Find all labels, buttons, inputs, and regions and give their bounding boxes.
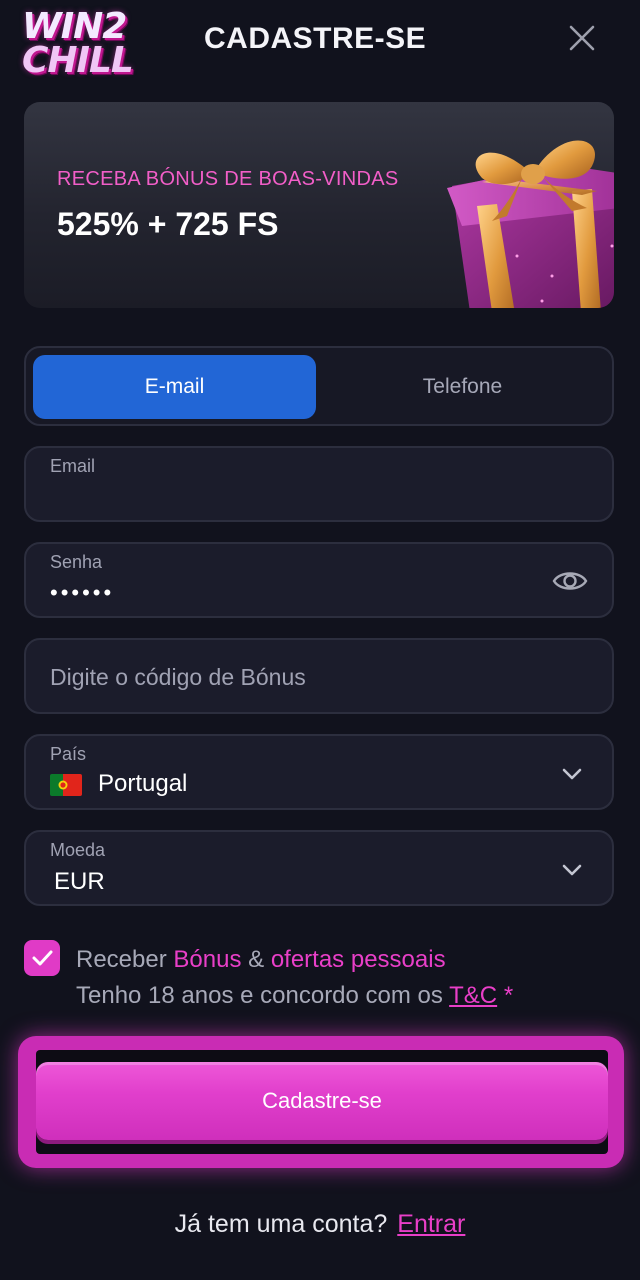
required-mark: *	[503, 982, 514, 1009]
currency-select[interactable]: Moeda EUR	[24, 830, 614, 906]
consent-line-2: Tenho 18 anos e concordo com os T&C *	[76, 978, 513, 1014]
banner-offer: 525% + 725 FS	[57, 206, 279, 242]
register-button[interactable]: Cadastre-se	[36, 1062, 608, 1140]
terms-link[interactable]: T&C	[449, 982, 497, 1009]
password-value[interactable]: ••••••	[50, 580, 114, 606]
ampersand-text: &	[248, 946, 265, 973]
consent-text: Receber Bónus & ofertas pessoais Tenho 1…	[76, 942, 513, 1014]
close-icon[interactable]	[566, 22, 598, 54]
bonus-code-placeholder: Digite o código de Bónus	[50, 664, 306, 690]
email-field[interactable]: Email	[24, 446, 614, 522]
welcome-bonus-banner: RECEBA BÓNUS DE BOAS-VINDAS 525% + 725 F…	[24, 102, 614, 308]
registration-page: WIN2 CHILL CADASTRE-SE RECEBA BÓNUS DE B…	[0, 0, 640, 1280]
password-field[interactable]: Senha ••••••	[24, 542, 614, 618]
email-label: Email	[50, 456, 96, 476]
receive-text: Receber	[76, 946, 167, 973]
logo-line-2: CHILL	[22, 40, 134, 82]
password-label: Senha	[50, 552, 103, 572]
brand-logo: WIN2 CHILL	[22, 8, 162, 82]
checkmark-icon	[32, 950, 53, 966]
login-link[interactable]: Entrar	[397, 1210, 465, 1238]
login-prompt: Já tem uma conta? Entrar	[0, 1210, 640, 1239]
personal-offers-link[interactable]: ofertas pessoais	[271, 946, 446, 973]
chevron-down-icon	[562, 768, 582, 780]
gift-box-icon	[447, 140, 614, 308]
tab-email[interactable]: E-mail	[33, 355, 316, 419]
country-select[interactable]: País Portugal	[24, 734, 614, 810]
bonus-code-field[interactable]: Digite o código de Bónus	[24, 638, 614, 714]
consent-checkbox[interactable]	[24, 940, 60, 976]
country-value: Portugal	[98, 770, 188, 797]
currency-label: Moeda	[50, 840, 106, 860]
currency-value: EUR	[54, 868, 105, 895]
portugal-flag-icon	[50, 774, 82, 796]
age-text: Tenho 18 anos e concordo com os	[76, 982, 443, 1009]
registration-method-tabs: E-mail Telefone	[24, 346, 614, 426]
chevron-down-icon	[562, 864, 582, 876]
show-password-icon[interactable]	[552, 566, 588, 596]
consent-line-1: Receber Bónus & ofertas pessoais	[76, 942, 513, 978]
login-question: Já tem uma conta?	[174, 1210, 388, 1238]
banner-subtitle: RECEBA BÓNUS DE BOAS-VINDAS	[57, 168, 399, 190]
country-label: País	[50, 744, 87, 764]
bonus-link[interactable]: Bónus	[173, 946, 241, 973]
page-title: CADASTRE-SE	[204, 22, 427, 55]
tab-phone[interactable]: Telefone	[321, 355, 604, 419]
